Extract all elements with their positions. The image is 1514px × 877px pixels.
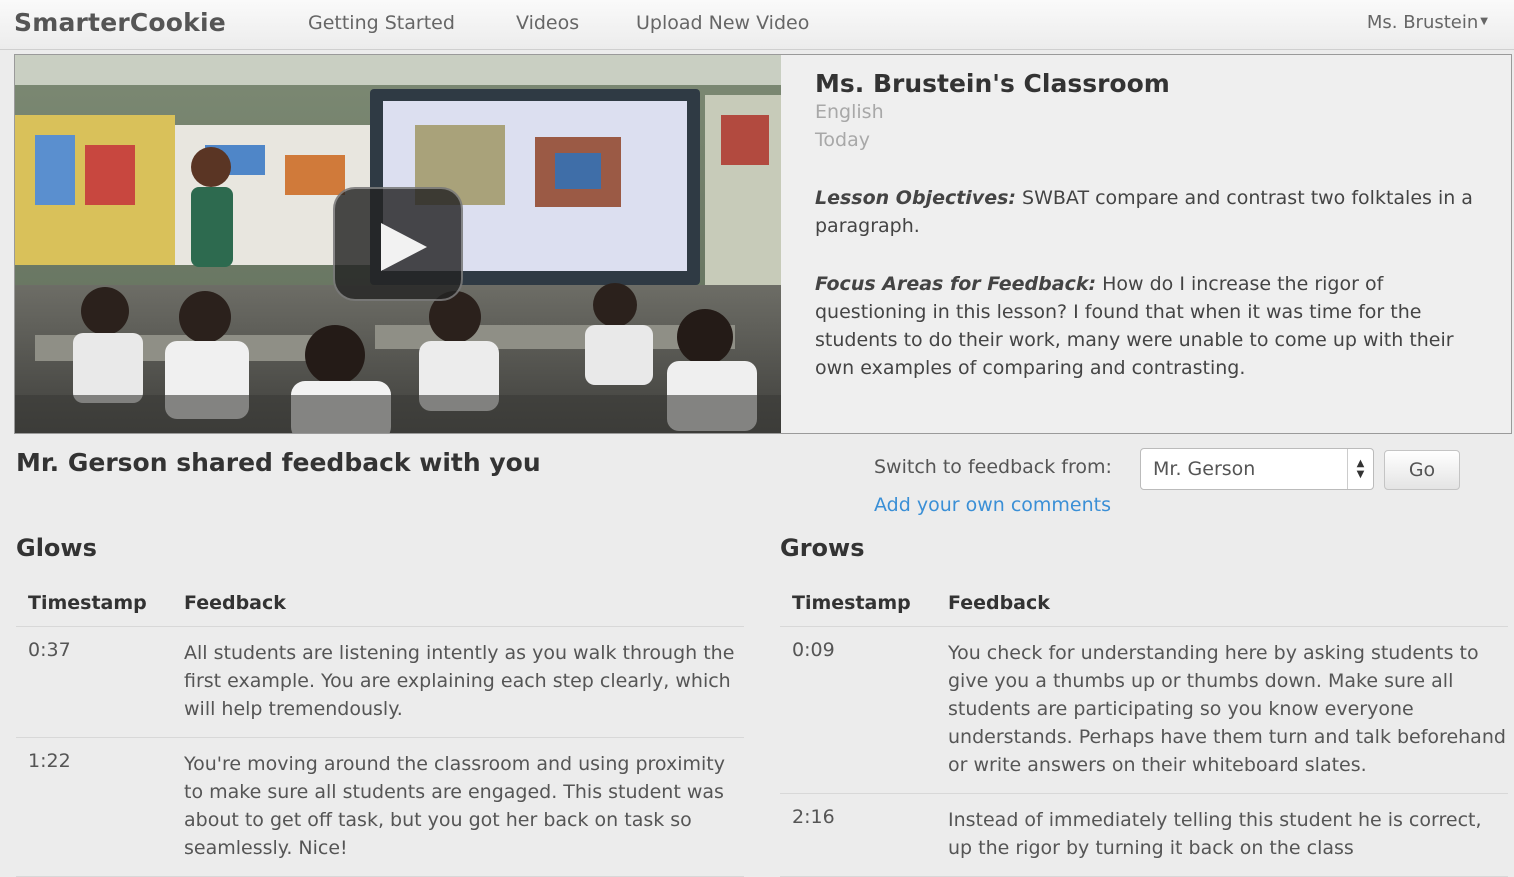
switch-feedback-label: Switch to feedback from:	[874, 456, 1112, 478]
lesson-date: Today	[815, 129, 870, 151]
focus-label: Focus Areas for Feedback:	[815, 273, 1097, 295]
feedback-text: You check for understanding here by aski…	[948, 642, 1506, 776]
glows-title: Glows	[16, 534, 97, 562]
glows-header-feedback: Feedback	[184, 592, 286, 614]
timestamp-link[interactable]: 0:37	[28, 639, 71, 661]
lesson-panel: Ms. Brustein's Classroom English Today L…	[14, 54, 1512, 434]
grows-header-timestamp: Timestamp	[792, 592, 911, 614]
lesson-subject: English	[815, 101, 884, 123]
lesson-objectives: Lesson Objectives: SWBAT compare and con…	[815, 184, 1495, 240]
table-row: 0:37 All students are listening intently…	[16, 627, 744, 738]
reviewer-select[interactable]: Mr. Gerson ▲ ▼	[1140, 448, 1374, 490]
glows-table: Timestamp Feedback 0:37 All students are…	[16, 582, 744, 877]
shared-feedback-heading: Mr. Gerson shared feedback with you	[16, 448, 541, 477]
grows-header-feedback: Feedback	[948, 592, 1050, 614]
nav-upload-new-video[interactable]: Upload New Video	[636, 12, 809, 34]
add-comments-link[interactable]: Add your own comments	[874, 494, 1111, 516]
table-row: 0:09 You check for understanding here by…	[780, 627, 1508, 794]
timestamp-link[interactable]: 2:16	[792, 806, 835, 828]
caret-down-icon: ▼	[1480, 16, 1488, 27]
play-icon	[381, 223, 427, 271]
glows-header-timestamp: Timestamp	[28, 592, 147, 614]
glows-table-header: Timestamp Feedback	[16, 582, 744, 627]
grows-table-header: Timestamp Feedback	[780, 582, 1508, 627]
nav-getting-started[interactable]: Getting Started	[308, 12, 455, 34]
user-menu[interactable]: Ms. Brustein ▼	[1367, 12, 1488, 33]
feedback-text: You're moving around the classroom and u…	[184, 753, 725, 859]
top-navbar: SmarterCookie Getting Started Videos Upl…	[0, 0, 1514, 50]
timestamp-link[interactable]: 1:22	[28, 750, 71, 772]
go-button[interactable]: Go	[1384, 450, 1460, 490]
table-row: 2:16 Instead of immediately telling this…	[780, 794, 1508, 877]
grows-table: Timestamp Feedback 0:09 You check for un…	[780, 582, 1508, 877]
focus-areas: Focus Areas for Feedback: How do I incre…	[815, 270, 1495, 382]
grows-title: Grows	[780, 534, 865, 562]
feedback-text: Instead of immediately telling this stud…	[948, 809, 1482, 859]
video-player[interactable]	[15, 55, 781, 433]
feedback-text: All students are listening intently as y…	[184, 642, 735, 720]
user-name: Ms. Brustein	[1366, 12, 1479, 33]
lesson-info: Ms. Brustein's Classroom English Today L…	[815, 69, 1495, 382]
nav-videos[interactable]: Videos	[516, 12, 579, 34]
timestamp-link[interactable]: 0:09	[792, 639, 835, 661]
selected-reviewer: Mr. Gerson	[1153, 458, 1256, 480]
play-button[interactable]	[333, 187, 463, 301]
classroom-title: Ms. Brustein's Classroom	[815, 69, 1170, 98]
objectives-label: Lesson Objectives:	[815, 187, 1016, 209]
table-row: 1:22 You're moving around the classroom …	[16, 738, 744, 877]
select-arrows-icon: ▲ ▼	[1347, 449, 1373, 489]
brand-logo[interactable]: SmarterCookie	[14, 8, 226, 37]
